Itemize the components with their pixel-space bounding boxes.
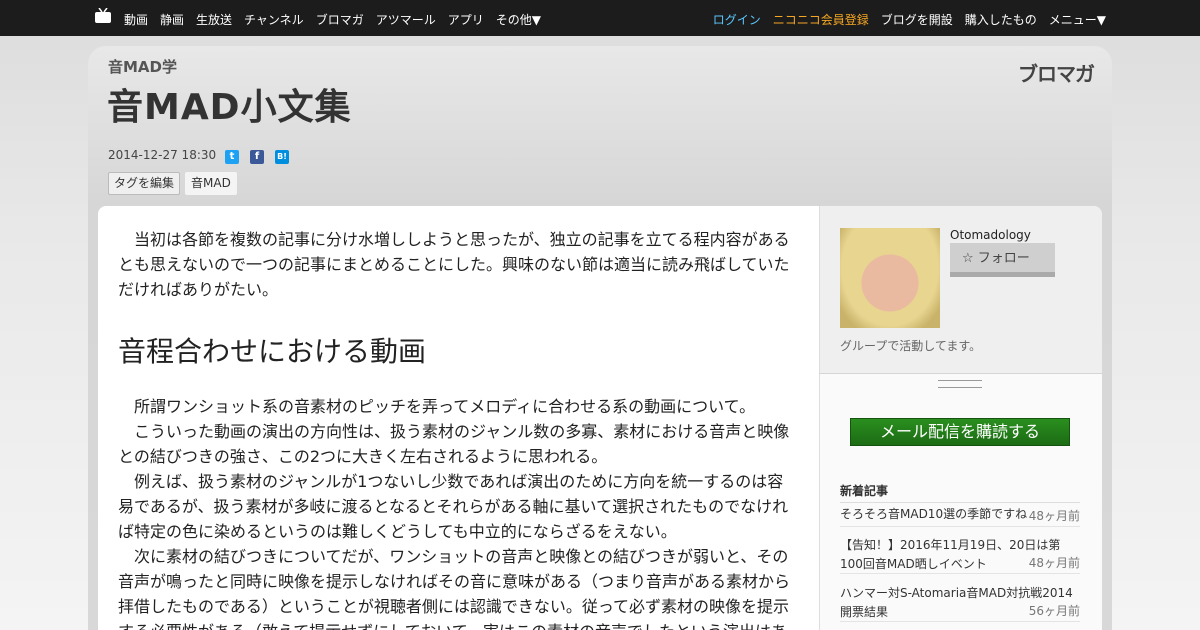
niconico-tv-icon[interactable] xyxy=(94,8,112,24)
article-body: 当初は各節を複数の記事に分け水増ししようと思ったが、独立の記事を立てる程内容があ… xyxy=(98,206,819,630)
avatar[interactable] xyxy=(840,228,940,328)
recent-article-item[interactable]: 【告知！】2016年11月19日、20日は第100回音MAD晒しイベント 48ヶ… xyxy=(840,536,1080,574)
recent-articles-heading: 新着記事 xyxy=(840,482,1080,503)
recent-article-age: 48ヶ月前 xyxy=(1028,509,1080,523)
nav-item-channel[interactable]: チャンネル xyxy=(244,11,304,28)
follow-label: フォロー xyxy=(977,251,1030,266)
page-title: 音MAD小文集 xyxy=(107,87,352,128)
nav-item-app[interactable]: アプリ xyxy=(448,11,484,28)
open-blog-link[interactable]: ブログを開設 xyxy=(881,11,953,28)
blog-name[interactable]: 音MAD学 xyxy=(108,56,177,77)
hatena-bookmark-icon[interactable]: B! xyxy=(275,150,289,164)
article-paragraph: 所謂ワンショット系の音素材のピッチを弄ってメロディに合わせる系の動画について。 xyxy=(134,397,756,416)
top-nav-bar: 動画 静画 生放送 チャンネル ブロマガ アツマール アプリ その他▼ ログイン… xyxy=(0,0,1200,36)
nav-right-menu: ログイン ニコニコ会員登録 ブログを開設 購入したもの メニュー▼ xyxy=(713,11,1106,28)
article-intro: 当初は各節を複数の記事に分け水増ししようと思ったが、独立の記事を立てる程内容があ… xyxy=(118,230,790,299)
recent-article-item[interactable]: ハンマー対S-Atomaria音MAD対抗戦2014開票結果 56ヶ月前 xyxy=(840,584,1080,622)
author-name[interactable]: Otomadology xyxy=(950,228,1031,242)
author-description: グループで活動してます。 xyxy=(840,339,982,353)
nav-item-seiga[interactable]: 静画 xyxy=(160,11,184,28)
subscribe-mail-button[interactable]: メール配信を購読する xyxy=(850,418,1070,446)
purchased-link[interactable]: 購入したもの xyxy=(965,11,1037,28)
article-paragraph: 次に素材の結びつきについてだが、ワンショットの音声と映像との結びつきが弱いと、そ… xyxy=(118,547,791,630)
bromaga-logo[interactable]: ブロマガ xyxy=(1018,58,1095,87)
facebook-share-icon[interactable]: f xyxy=(250,150,264,164)
register-link[interactable]: ニコニコ会員登録 xyxy=(773,11,869,28)
nav-item-other[interactable]: その他▼ xyxy=(496,11,541,28)
recent-article-title[interactable]: そろそろ音MAD10選の季節ですね xyxy=(840,507,1027,521)
login-link[interactable]: ログイン xyxy=(713,11,761,28)
recent-article-age: 56ヶ月前 xyxy=(1028,604,1080,618)
nav-item-live[interactable]: 生放送 xyxy=(196,11,232,28)
star-icon: ☆ xyxy=(962,251,974,266)
article-paragraph: 例えば、扱う素材のジャンルが1つないし少数であれば演出のために方向を統一するのは… xyxy=(118,472,789,541)
nav-left-menu: 動画 静画 生放送 チャンネル ブロマガ アツマール アプリ その他▼ xyxy=(124,11,541,28)
menu-dropdown[interactable]: メニュー▼ xyxy=(1049,11,1106,28)
post-date: 2014-12-27 18:30 xyxy=(108,148,217,162)
follow-button[interactable]: ☆ フォロー xyxy=(950,243,1055,277)
tag-item[interactable]: 音MAD xyxy=(185,172,237,195)
twitter-share-icon[interactable]: t xyxy=(225,150,239,164)
article-paragraph: こういった動画の演出の方向性は、扱う素材のジャンル数の多寡、素材における音声と映… xyxy=(118,422,790,466)
recent-article-age: 48ヶ月前 xyxy=(1028,556,1080,570)
section-heading: 音程合わせにおける動画 xyxy=(118,335,427,368)
edit-tags-button[interactable]: タグを編集 xyxy=(108,172,181,195)
nav-item-douga[interactable]: 動画 xyxy=(124,11,148,28)
nav-item-bromaga[interactable]: ブロマガ xyxy=(316,11,364,28)
nav-item-atsumaru[interactable]: アツマール xyxy=(376,11,436,28)
panel-resize-handle[interactable] xyxy=(938,380,982,388)
recent-article-item[interactable]: そろそろ音MAD10選の季節ですね 48ヶ月前 xyxy=(840,505,1080,527)
